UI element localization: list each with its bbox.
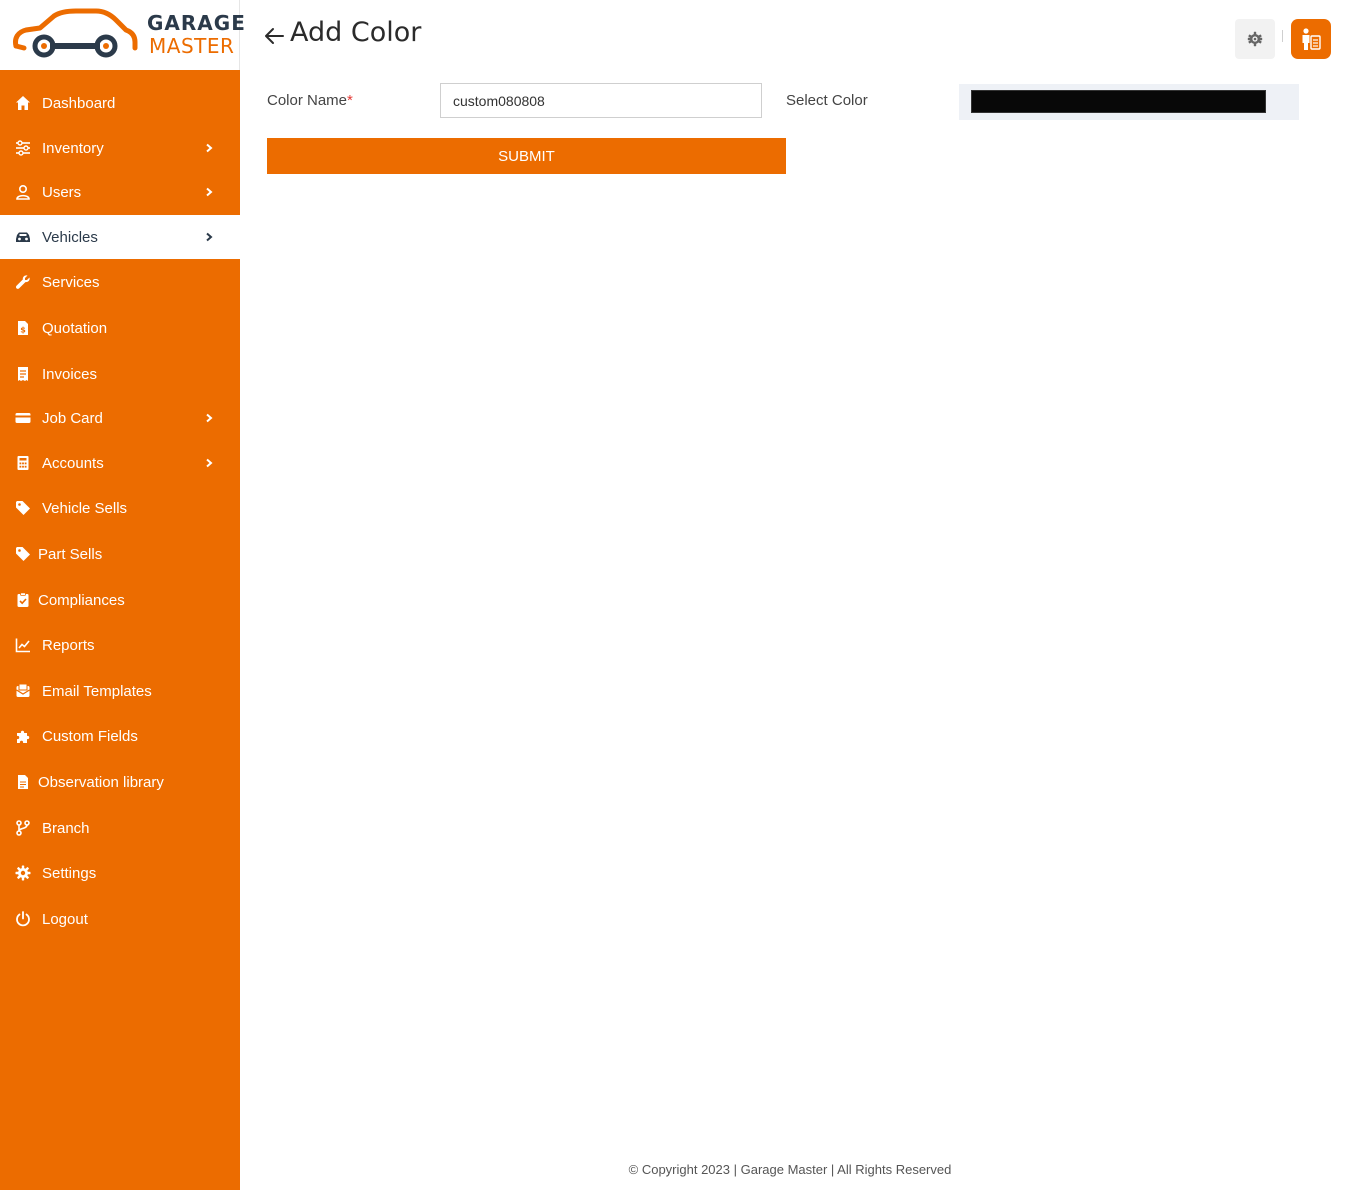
sidebar-item-settings[interactable]: Settings: [0, 851, 240, 895]
chevron-right-icon: [206, 143, 213, 153]
sidebar-item-label: Settings: [42, 864, 97, 882]
calculator-icon: [14, 454, 32, 472]
receipt-icon: [14, 365, 32, 383]
sidebar-item-label: Part Sells: [38, 545, 103, 563]
sidebar-item-observation-library[interactable]: Observation library: [0, 760, 240, 804]
wrench-icon: [14, 273, 32, 291]
chevron-right-icon: [206, 413, 213, 423]
tag-icon: [14, 499, 32, 517]
file-icon: [14, 773, 32, 791]
sidebar-item-reports[interactable]: Reports: [0, 623, 240, 667]
tag-icon: [14, 545, 32, 563]
sidebar-item-logout[interactable]: Logout: [0, 897, 240, 941]
clipboard-check-icon: [14, 591, 32, 609]
file-dollar-icon: $: [14, 319, 32, 337]
back-arrow-icon[interactable]: [263, 26, 285, 46]
sidebar-item-label: Inventory: [42, 139, 104, 157]
chevron-right-icon: [206, 187, 213, 197]
sidebar-item-label: Job Card: [42, 409, 103, 427]
chevron-right-icon: [206, 458, 213, 468]
car-logo-icon: [13, 8, 138, 58]
sidebar-item-vehicles[interactable]: Vehicles: [0, 215, 240, 259]
footer-copyright: © Copyright 2023 | Garage Master | All R…: [628, 1162, 952, 1177]
sidebar-item-label: Vehicle Sells: [42, 499, 128, 517]
sidebar-item-invoices[interactable]: Invoices: [0, 352, 240, 396]
puzzle-icon: [14, 727, 32, 745]
page-title: Add Color: [290, 17, 422, 48]
sidebar-item-label: Vehicles: [42, 228, 98, 246]
submit-button[interactable]: SUBMIT: [267, 138, 786, 174]
chevron-right-icon: [206, 232, 213, 242]
home-icon: [14, 94, 32, 112]
sidebar-item-label: Invoices: [42, 365, 98, 383]
sidebar-item-users[interactable]: Users: [0, 170, 240, 214]
sidebar-item-part-sells[interactable]: Part Sells: [0, 532, 240, 576]
sidebar-item-branch[interactable]: Branch: [0, 806, 240, 850]
car-icon: [14, 228, 32, 246]
svg-text:$: $: [20, 326, 26, 335]
required-mark: *: [347, 92, 353, 109]
sidebar-item-dashboard[interactable]: Dashboard: [0, 81, 240, 125]
logo-text-master: MASTER: [149, 34, 235, 58]
sidebar-item-services[interactable]: Services: [0, 260, 240, 304]
sidebar-item-custom-fields[interactable]: Custom Fields: [0, 714, 240, 758]
sidebar-item-quotation[interactable]: $ Quotation: [0, 306, 240, 350]
sidebar-item-accounts[interactable]: Accounts: [0, 441, 240, 485]
color-name-input[interactable]: [440, 83, 762, 118]
power-icon: [14, 910, 32, 928]
settings-button[interactable]: [1235, 19, 1275, 59]
logo[interactable]: GARAGE MASTER: [0, 0, 245, 70]
sidebar-item-label: Reports: [42, 636, 95, 654]
user-icon: [14, 183, 32, 201]
sidebar-item-inventory[interactable]: Inventory: [0, 126, 240, 170]
sidebar: GARAGE MASTER Dashboard Inventory Users …: [0, 0, 245, 1190]
color-name-label: Color Name*: [267, 92, 353, 109]
sidebar-item-label: Email Templates: [42, 682, 152, 700]
sidebar-item-label: Dashboard: [42, 94, 116, 112]
sidebar-item-label: Services: [42, 273, 100, 291]
user-profile-button[interactable]: [1291, 19, 1331, 59]
line-chart-icon: [14, 636, 32, 654]
sidebar-item-label: Observation library: [38, 773, 164, 791]
sliders-icon: [14, 139, 32, 157]
sidebar-item-label: Logout: [42, 910, 88, 928]
sidebar-item-compliances[interactable]: Compliances: [0, 578, 240, 622]
logo-text-garage: GARAGE: [147, 11, 246, 35]
branch-icon: [14, 819, 32, 837]
sidebar-item-label: Quotation: [42, 319, 108, 337]
sidebar-item-email-templates[interactable]: Email Templates: [0, 669, 240, 713]
sidebar-item-label: Compliances: [38, 591, 125, 609]
select-color-label: Select Color: [786, 92, 868, 109]
gear-icon: [14, 864, 32, 882]
sidebar-item-label: Users: [42, 183, 82, 201]
sidebar-item-label: Custom Fields: [42, 727, 138, 745]
color-swatch[interactable]: [971, 90, 1266, 113]
header-divider: [1282, 30, 1283, 42]
credit-card-icon: [14, 409, 32, 427]
sidebar-item-job-card[interactable]: Job Card: [0, 396, 240, 440]
mail-box-icon: [14, 682, 32, 700]
sidebar-item-label: Branch: [42, 819, 90, 837]
gear-icon: [1247, 31, 1263, 47]
color-picker[interactable]: [959, 84, 1299, 120]
sidebar-item-label: Accounts: [42, 454, 104, 472]
user-profile-icon: [1302, 28, 1321, 50]
sidebar-item-vehicle-sells[interactable]: Vehicle Sells: [0, 486, 240, 530]
